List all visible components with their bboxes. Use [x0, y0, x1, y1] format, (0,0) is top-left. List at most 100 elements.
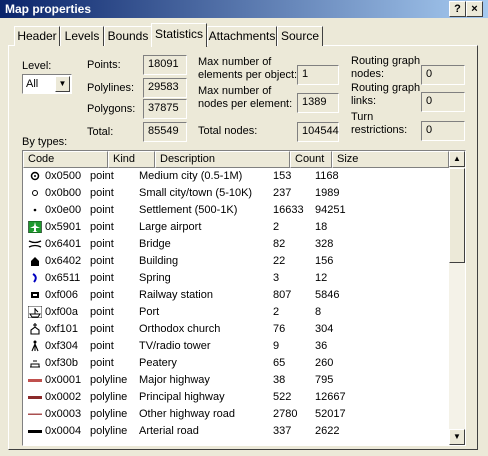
row-size: 18	[315, 221, 328, 233]
column-count[interactable]: Count	[290, 151, 332, 168]
polygons-label: Polygons:	[87, 103, 136, 115]
vertical-scrollbar[interactable]: ▲ ▼	[449, 151, 465, 445]
row-size: 1989	[315, 187, 340, 199]
row-description: Small city/town (5-10K)	[139, 187, 253, 199]
row-count: 522	[273, 391, 292, 403]
level-value: All	[26, 78, 39, 90]
row-code: 0x0b00	[45, 187, 82, 199]
bridge-icon	[28, 240, 42, 248]
tab-source[interactable]: Source	[277, 26, 323, 46]
table-row[interactable]: 0xf006 point Railway station 807 5846	[23, 287, 451, 304]
row-kind: polyline	[90, 425, 128, 437]
row-count: 65	[273, 357, 286, 369]
polylines-field: 29583	[143, 78, 187, 98]
table-row[interactable]: 0x0003 polyline Other highway road 2780 5201…	[23, 406, 451, 423]
spring-icon	[32, 273, 37, 283]
help-button[interactable]: ?	[449, 1, 466, 17]
row-size: 94251	[315, 204, 346, 216]
port-icon	[28, 306, 42, 318]
table-row[interactable]: 0xf304 point TV/radio tower 9 36	[23, 338, 451, 355]
points-label: Points:	[87, 59, 121, 71]
row-size: 1168	[315, 170, 339, 182]
row-size: 8	[315, 306, 322, 318]
chevron-down-icon[interactable]: ▼	[55, 76, 70, 92]
row-description: Peatery	[139, 357, 177, 369]
row-kind: point	[90, 170, 114, 182]
total-label: Total:	[87, 126, 114, 138]
row-count: 16633	[273, 204, 304, 216]
types-list[interactable]: Code Kind Description Count Size 0x0500 p…	[22, 150, 466, 446]
row-count: 2	[273, 221, 280, 233]
close-button[interactable]: ×	[466, 1, 483, 17]
row-code: 0x0e00	[45, 204, 82, 216]
table-row[interactable]: 0x0e00 point Settlement (500-1K) 16633 94251	[23, 202, 451, 219]
table-row[interactable]: 0x6402 point Building 22 156	[23, 253, 451, 270]
row-description: Arterial road	[139, 425, 199, 437]
row-code: 0xf101	[45, 323, 79, 335]
row-size: 12	[315, 272, 328, 284]
table-row[interactable]: 0x6511 point Spring 3 12	[23, 270, 451, 287]
level-select[interactable]: All ▼	[22, 74, 72, 94]
polygons-field: 37875	[143, 99, 187, 119]
row-size: 12667	[315, 391, 346, 403]
table-row[interactable]: 0x0500 point Medium city (0.5-1M) 153 1168	[23, 168, 451, 185]
table-row[interactable]: 0x5901 point Large airport 2 18	[23, 219, 451, 236]
scroll-thumb[interactable]	[449, 168, 465, 263]
row-description: Orthodox church	[139, 323, 221, 335]
row-kind: point	[90, 238, 114, 250]
max-nodes-field: 1389	[297, 93, 339, 113]
max-elements-label-1: Max number of	[198, 56, 272, 68]
building-icon	[31, 257, 39, 266]
tab-attachments[interactable]: Attachments	[207, 26, 277, 46]
row-description: Medium city (0.5-1M)	[139, 170, 243, 182]
table-row[interactable]: 0xf101 point Orthodox church 76 304	[23, 321, 451, 338]
row-kind: point	[90, 255, 114, 267]
row-kind: polyline	[90, 374, 128, 386]
max-elements-label-2: elements per object:	[198, 69, 298, 81]
tab-bounds[interactable]: Bounds	[104, 26, 152, 46]
row-description: Port	[139, 306, 160, 318]
row-description: Bridge	[139, 238, 171, 250]
row-count: 9	[273, 340, 280, 352]
row-size: 795	[315, 374, 334, 386]
column-code[interactable]: Code	[23, 151, 108, 168]
table-row[interactable]: 0xf00a point Port 2 8	[23, 304, 451, 321]
column-size[interactable]: Size	[332, 151, 449, 168]
tower-icon	[31, 340, 39, 352]
row-code: 0xf30b	[45, 357, 79, 369]
table-row[interactable]: 0x0b00 point Small city/town (5-10K) 237 198…	[23, 185, 451, 202]
row-count: 38	[273, 374, 286, 386]
row-description: Other highway road	[139, 408, 235, 420]
scroll-up-icon[interactable]: ▲	[449, 151, 465, 167]
row-code: 0xf304	[45, 340, 79, 352]
row-count: 2	[273, 306, 280, 318]
table-row[interactable]: 0x0004 polyline Arterial road 337 2622	[23, 423, 451, 440]
table-row[interactable]: 0x6401 point Bridge 82 328	[23, 236, 451, 253]
church-icon	[30, 323, 40, 335]
other-highway-line-icon	[28, 413, 42, 415]
row-kind: point	[90, 204, 114, 216]
tab-header[interactable]: Header	[14, 26, 60, 46]
medium-city-icon	[30, 171, 40, 181]
table-row[interactable]: 0x0001 polyline Major highway 38 795	[23, 372, 451, 389]
tab-levels[interactable]: Levels	[60, 26, 104, 46]
row-size: 328	[315, 238, 334, 250]
scroll-down-icon[interactable]: ▼	[449, 429, 465, 445]
graph-nodes-label-2: nodes:	[351, 68, 385, 80]
row-kind: point	[90, 221, 114, 233]
column-kind[interactable]: Kind	[108, 151, 155, 168]
row-size: 260	[315, 357, 334, 369]
column-description[interactable]: Description	[155, 151, 290, 168]
row-kind: point	[90, 340, 114, 352]
graph-links-label-2: links:	[351, 95, 377, 107]
table-row[interactable]: 0x0002 polyline Principal highway 522 12667	[23, 389, 451, 406]
row-count: 153	[273, 170, 292, 182]
row-code: 0x6401	[45, 238, 82, 250]
table-row[interactable]: 0xf30b point Peatery 65 260	[23, 355, 451, 372]
row-kind: point	[90, 357, 114, 369]
tab-statistics[interactable]: Statistics	[151, 23, 207, 47]
row-count: 807	[273, 289, 292, 301]
window-title: Map properties	[5, 2, 92, 16]
principal-highway-line-icon	[28, 396, 42, 399]
turn-label-2: restrictions:	[351, 124, 408, 136]
